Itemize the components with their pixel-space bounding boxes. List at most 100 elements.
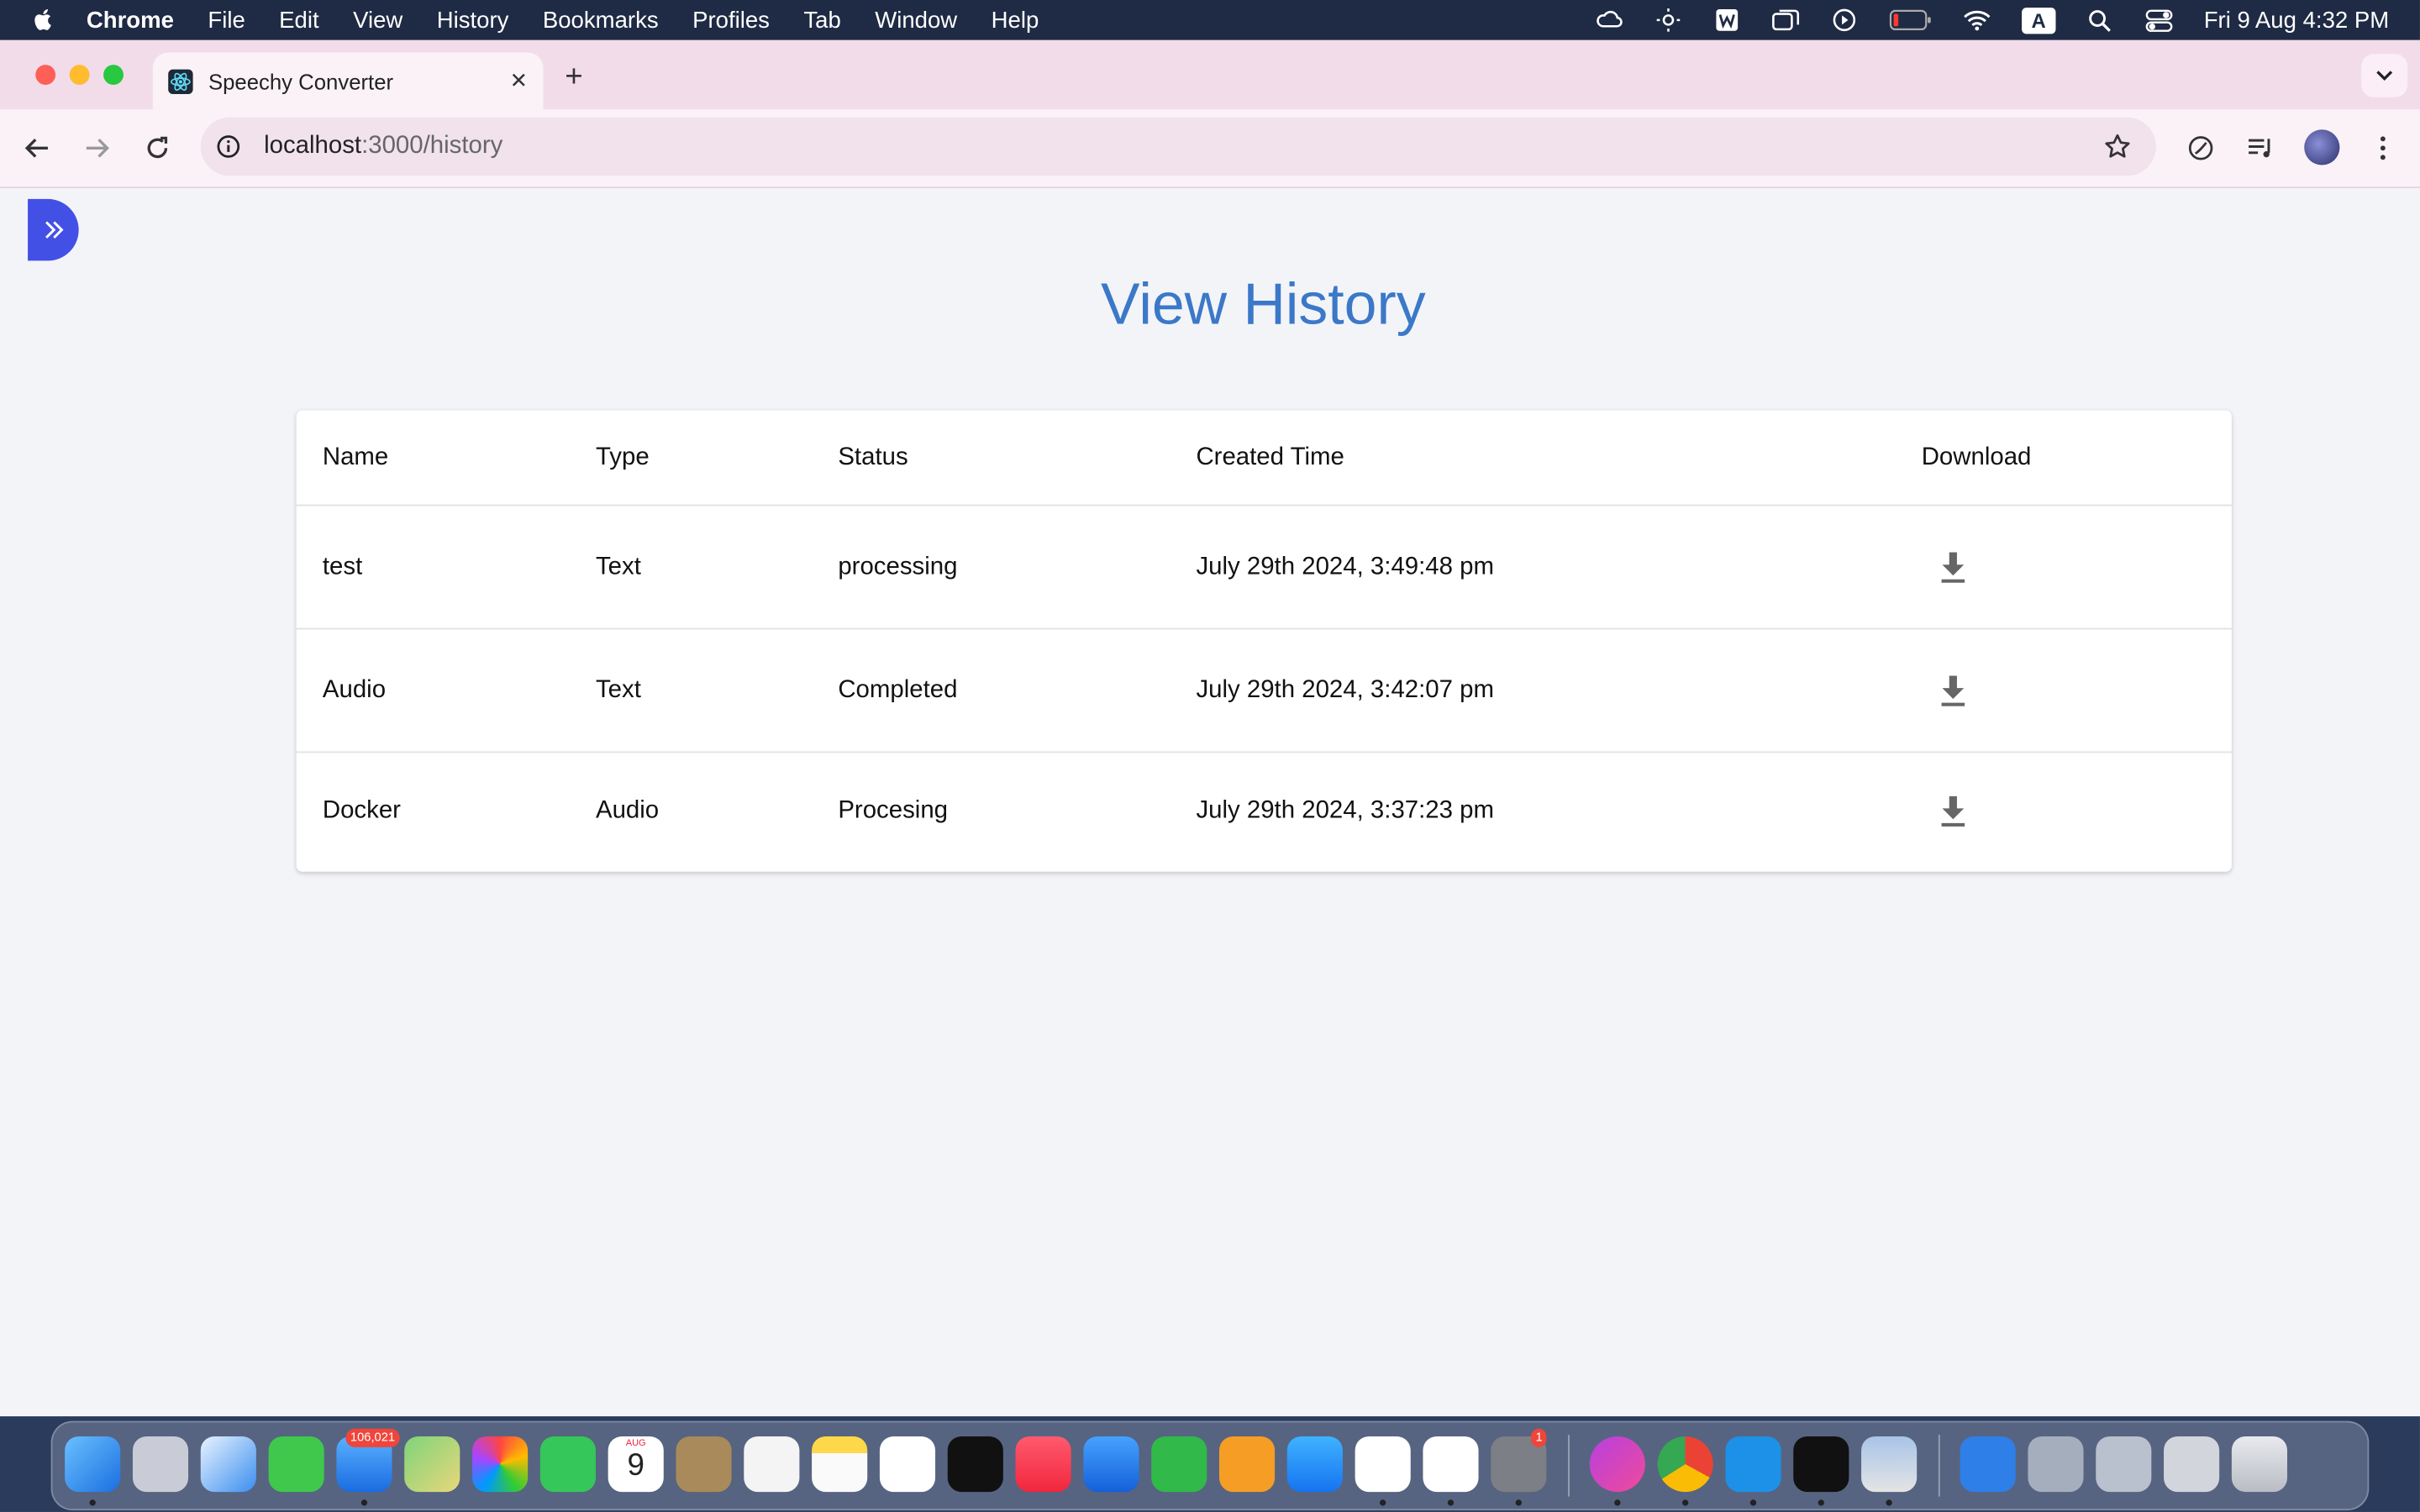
mail-unread-badge: 106,021 <box>345 1428 400 1447</box>
cell-created-time: July 29th 2024, 3:37:23 pm <box>1196 797 1494 824</box>
react-favicon-icon <box>168 68 193 94</box>
site-info-icon[interactable] <box>216 134 240 159</box>
calendar-icon[interactable]: AUG 9 <box>608 1436 664 1493</box>
download-icon[interactable] <box>1940 795 1966 827</box>
battery-icon[interactable] <box>1889 8 1932 32</box>
running-indicator <box>89 1499 96 1506</box>
window-switcher-icon[interactable] <box>1771 8 1799 32</box>
browser-toolbar: localhost:3000/history <box>0 109 2420 189</box>
menu-view[interactable]: View <box>353 7 402 33</box>
menu-profiles[interactable]: Profiles <box>692 7 770 33</box>
cell-name: Audio <box>322 676 387 703</box>
running-indicator <box>1447 1499 1455 1506</box>
pages-icon[interactable] <box>1218 1436 1276 1493</box>
reminders-icon[interactable] <box>744 1436 800 1493</box>
facetime-icon[interactable] <box>539 1436 596 1493</box>
download-icon[interactable] <box>1940 675 1966 706</box>
w-app-icon[interactable] <box>1713 8 1741 32</box>
applications-folder-icon[interactable] <box>1960 1436 2016 1493</box>
window-close-button[interactable] <box>35 65 56 86</box>
more-menu-icon[interactable] <box>2366 131 2400 165</box>
menu-history[interactable]: History <box>437 7 509 33</box>
column-header-created-time: Created Time <box>1196 444 1344 470</box>
chevron-down-icon <box>2376 71 2393 81</box>
tab-close-icon[interactable]: ✕ <box>510 68 529 94</box>
terminal-icon[interactable] <box>1793 1436 1849 1493</box>
w-app-dock-icon[interactable] <box>1589 1436 1645 1493</box>
wifi-icon[interactable] <box>1963 8 1991 32</box>
menu-bookmarks[interactable]: Bookmarks <box>543 7 659 33</box>
apple-logo-icon[interactable] <box>31 8 55 32</box>
window-minimize-button[interactable] <box>69 65 90 86</box>
photos-icon[interactable] <box>472 1436 529 1493</box>
docker-icon[interactable] <box>1725 1436 1781 1493</box>
music-icon[interactable] <box>1015 1436 1071 1493</box>
menu-file[interactable]: File <box>208 7 245 33</box>
menu-window[interactable]: Window <box>875 7 957 33</box>
app-store-icon[interactable] <box>1286 1436 1343 1493</box>
menu-edit[interactable]: Edit <box>279 7 318 33</box>
column-header-name: Name <box>322 444 389 470</box>
launchpad-icon[interactable] <box>132 1436 189 1493</box>
trash-icon[interactable] <box>2231 1436 2287 1493</box>
cell-type: Text <box>595 676 641 703</box>
vscode-icon[interactable] <box>1355 1436 1411 1493</box>
running-indicator <box>360 1499 368 1506</box>
macos-dock: 106,021 AUG 9 1 <box>50 1420 2370 1511</box>
screenshots-stack-icon[interactable] <box>2164 1436 2220 1493</box>
menu-bar-clock[interactable]: Fri 9 Aug 4:32 PM <box>2204 7 2390 33</box>
address-bar[interactable]: localhost:3000/history <box>200 117 2156 176</box>
apple-tv-icon[interactable] <box>947 1436 1003 1493</box>
control-center-icon[interactable] <box>2145 8 2173 32</box>
menu-help[interactable]: Help <box>992 7 1039 33</box>
running-indicator <box>1380 1499 1386 1506</box>
bookmark-star-icon[interactable] <box>2103 133 2131 160</box>
safari-icon[interactable] <box>200 1436 256 1493</box>
cell-type: Text <box>595 553 641 580</box>
window-maximize-button[interactable] <box>103 65 124 86</box>
cell-name: test <box>322 553 363 580</box>
keynote-icon[interactable] <box>1083 1436 1139 1493</box>
notes-icon[interactable] <box>812 1436 868 1493</box>
contacts-icon[interactable] <box>676 1436 732 1493</box>
forward-arrow-icon[interactable] <box>81 131 114 165</box>
preview-icon[interactable] <box>1861 1436 1918 1493</box>
play-circle-icon[interactable] <box>1830 8 1858 32</box>
messages-icon[interactable] <box>268 1436 324 1493</box>
profile-avatar[interactable] <box>2304 129 2340 165</box>
page-content: View History Name Type Status Created Ti… <box>0 188 2420 1417</box>
new-tab-plus-icon[interactable]: + <box>565 60 582 96</box>
input-source-indicator[interactable]: A <box>2021 7 2056 34</box>
maps-icon[interactable] <box>404 1436 460 1493</box>
download-icon[interactable] <box>1940 551 1966 583</box>
back-arrow-icon[interactable] <box>20 131 54 165</box>
page-title: View History <box>1101 273 1426 339</box>
reload-icon[interactable] <box>140 131 174 165</box>
media-controls-icon[interactable] <box>2244 131 2278 165</box>
spotlight-search-icon[interactable] <box>2086 8 2114 32</box>
mongodb-compass-icon[interactable] <box>1423 1436 1479 1493</box>
freeform-icon[interactable] <box>879 1436 936 1493</box>
chrome-icon[interactable] <box>1657 1436 1713 1493</box>
dock-separator <box>1568 1435 1570 1497</box>
dock-separator <box>1938 1435 1940 1497</box>
documents-stack-icon[interactable] <box>2096 1436 2152 1493</box>
finder-icon[interactable] <box>65 1436 121 1493</box>
cell-name: Docker <box>322 797 401 824</box>
table-row: test Text processing July 29th 2024, 3:4… <box>296 506 2232 630</box>
cloud-sync-icon[interactable] <box>1596 8 1623 32</box>
tab-search-button[interactable] <box>2361 54 2408 97</box>
downloads-stack-icon[interactable] <box>2028 1436 2084 1493</box>
cell-status: Procesing <box>838 797 949 824</box>
numbers-icon[interactable] <box>1151 1436 1207 1493</box>
running-indicator <box>1749 1499 1757 1506</box>
extension-leaf-icon[interactable] <box>2184 131 2217 165</box>
column-header-download: Download <box>1921 444 2032 470</box>
sidebar-toggle-button[interactable] <box>28 198 79 261</box>
menu-tab[interactable]: Tab <box>803 7 840 33</box>
browser-tab-active[interactable]: Speechy Converter ✕ <box>152 52 544 110</box>
browser-tab-strip: Speechy Converter ✕ + <box>0 39 2420 110</box>
address-bar-url[interactable]: localhost:3000/history <box>264 133 502 160</box>
brightness-icon[interactable] <box>1655 8 1682 32</box>
menu-app-name[interactable]: Chrome <box>87 7 174 33</box>
